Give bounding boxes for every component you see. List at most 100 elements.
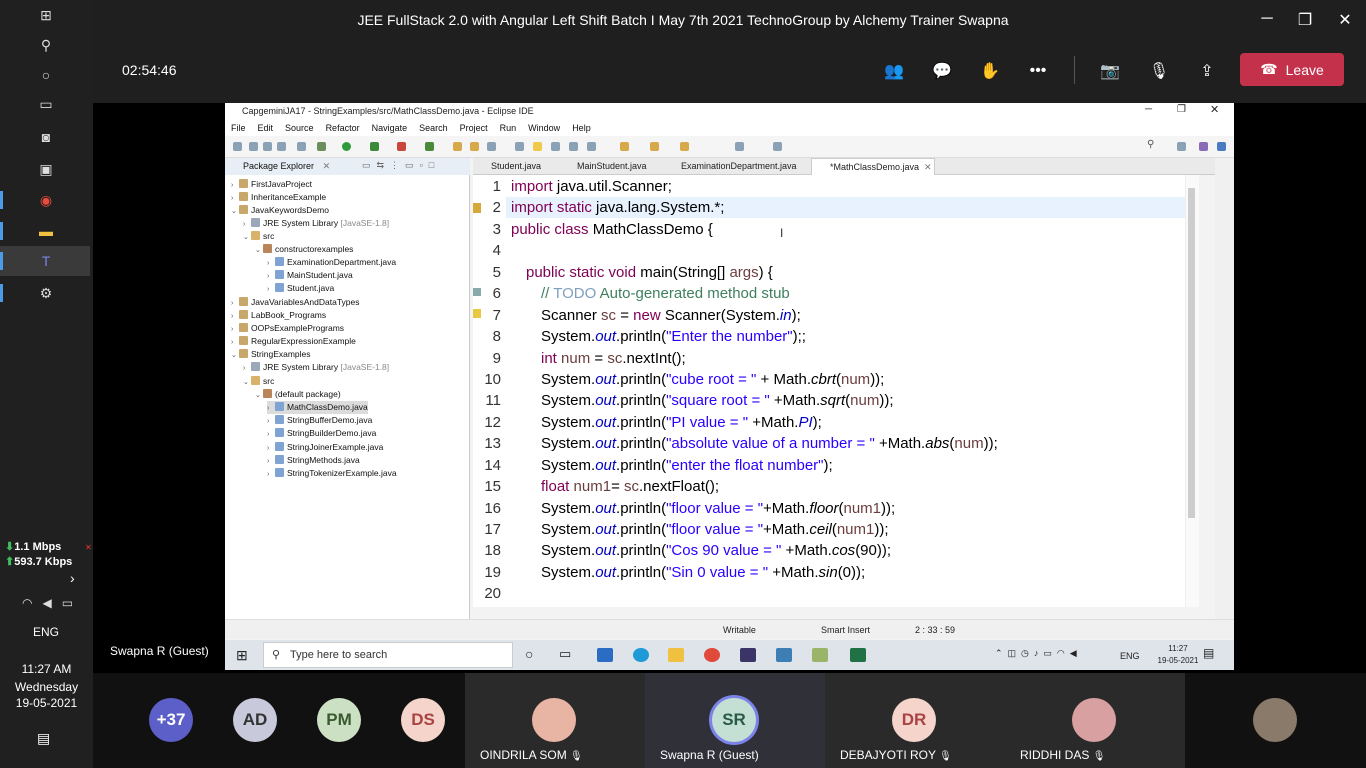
new-java-class-icon[interactable] [425, 142, 434, 151]
cortana-icon[interactable]: ○ [525, 646, 533, 662]
menu-run[interactable]: Run [500, 123, 517, 136]
tree-item-project[interactable]: › OOPsExamplePrograms [231, 322, 344, 335]
previous-annotation-icon[interactable] [587, 142, 596, 151]
next-annotation-icon[interactable] [569, 142, 578, 151]
file-explorer-icon[interactable]: ▬ [36, 222, 56, 240]
chat-icon[interactable]: 💬 [930, 60, 954, 82]
edge-app-icon[interactable] [633, 648, 649, 662]
app-icon[interactable] [812, 648, 828, 662]
tree-item-java-file[interactable]: › StringMethods.java [267, 454, 360, 467]
windows-start-icon[interactable]: ⊞ [36, 6, 56, 24]
new-icon[interactable] [233, 142, 242, 151]
tree-item-java-file[interactable]: › Student.java [267, 282, 334, 295]
search-icon[interactable]: ⚲ [1147, 139, 1154, 150]
taskbar-search-input[interactable]: ⚲ Type here to search [263, 642, 513, 668]
camera-app-icon[interactable]: ◙ [36, 128, 56, 146]
java-ee-perspective-icon[interactable] [1199, 142, 1208, 151]
code-editor[interactable]: 1 2 3 4 5 6 7 8 9 10 11 12 13 14 15 16 1… [473, 175, 1185, 607]
pin-editor-icon[interactable] [735, 142, 744, 151]
external-tools-icon[interactable] [397, 142, 406, 151]
restore-icon[interactable]: ❐ [1177, 104, 1186, 115]
tree-item-src[interactable]: ⌄ src [243, 375, 274, 388]
leave-button[interactable]: ☎ Leave [1240, 53, 1344, 86]
java-perspective-icon[interactable] [1217, 142, 1226, 151]
close-tab-icon[interactable]: ✕ [924, 162, 932, 172]
minimize-icon[interactable]: ─ [1257, 10, 1277, 28]
forward-icon[interactable] [680, 142, 689, 151]
tree-item-java-file[interactable]: › StringJoinerExample.java [267, 441, 383, 454]
share-screen-icon[interactable]: ⇪ [1195, 60, 1219, 82]
show-whitespace-icon[interactable] [551, 142, 560, 151]
search-icon[interactable] [487, 142, 496, 151]
chrome-app-icon[interactable]: ◉ [36, 191, 56, 209]
open-task-icon[interactable] [470, 142, 479, 151]
open-console-icon[interactable] [773, 142, 782, 151]
system-tray-icons[interactable]: ⌃◫◷♪▭◠◀ [995, 648, 1082, 659]
save-all-icon[interactable] [263, 142, 272, 151]
notification-icon[interactable]: ▤ [37, 730, 50, 747]
teams-app-icon[interactable]: T [36, 252, 56, 270]
menu-source[interactable]: Source [285, 123, 314, 136]
open-perspective-icon[interactable] [1177, 142, 1186, 151]
task-view-icon[interactable]: ▭ [559, 646, 571, 662]
package-explorer-tab[interactable]: Package Explorer ✕ ▭⇆⋮▭▫□ [225, 158, 470, 175]
tray-time[interactable]: 11:27 [1155, 644, 1201, 653]
menu-navigate[interactable]: Navigate [372, 123, 408, 136]
menu-file[interactable]: File [231, 123, 246, 136]
windows-start-icon[interactable]: ⊞ [236, 647, 248, 664]
tree-item-project[interactable]: › JavaVariablesAndDataTypes [231, 296, 360, 309]
tree-item-java-file[interactable]: › MainStudent.java [267, 269, 353, 282]
mic-off-icon[interactable]: 🎙 [1147, 60, 1171, 82]
tree-item-project[interactable]: › LabBook_Programs [231, 309, 326, 322]
settings-app-icon[interactable]: ⚙ [36, 284, 56, 302]
run-icon[interactable] [342, 142, 351, 151]
coverage-icon[interactable] [370, 142, 379, 151]
menu-refactor[interactable]: Refactor [326, 123, 360, 136]
open-type-icon[interactable] [453, 142, 462, 151]
more-participants-badge[interactable]: +37 [149, 698, 193, 742]
tree-item-project[interactable]: › RegularExpressionExample [231, 335, 356, 348]
tree-item-firstjavaproject[interactable]: › FirstJavaProject [231, 178, 312, 191]
excel-app-icon[interactable] [850, 648, 866, 662]
menu-edit[interactable]: Edit [258, 123, 274, 136]
more-options-icon[interactable]: ••• [1026, 60, 1050, 82]
tree-item-java-file[interactable]: › StringBuilderDemo.java [267, 427, 376, 440]
tree-item-stringexamples[interactable]: ⌄ StringExamples [231, 348, 311, 361]
tree-item-inheritanceexample[interactable]: › InheritanceExample [231, 191, 326, 204]
toggle-mark-occurrences-icon[interactable] [515, 142, 524, 151]
menu-search[interactable]: Search [419, 123, 448, 136]
tree-item-javakeywordsdemo[interactable]: ⌄ JavaKeywordsDemo [231, 204, 329, 217]
scrollbar-thumb[interactable] [1188, 188, 1195, 518]
photos-app-icon[interactable]: ▣ [36, 160, 56, 178]
skip-breakpoints-icon[interactable] [297, 142, 306, 151]
avatar-photo[interactable] [1253, 698, 1297, 742]
tray-language[interactable]: ENG [1120, 651, 1140, 661]
back-icon[interactable] [650, 142, 659, 151]
camera-off-icon[interactable]: 📷 [1098, 60, 1122, 82]
last-edit-icon[interactable] [620, 142, 629, 151]
search-icon[interactable]: ⚲ [36, 36, 56, 54]
eclipse-app-icon[interactable] [740, 648, 756, 662]
tree-item-java-file[interactable]: › ExaminationDepartment.java [267, 256, 396, 269]
avatar[interactable]: PM [317, 698, 361, 742]
participants-icon[interactable]: 👥 [882, 60, 906, 82]
file-explorer-icon[interactable] [668, 648, 684, 662]
tab-student[interactable]: Student.java [473, 158, 559, 175]
task-view-icon[interactable]: ▭ [36, 95, 56, 113]
avatar[interactable]: DS [401, 698, 445, 742]
language-indicator[interactable]: ENG [33, 625, 59, 639]
clock-time[interactable]: 11:27 AM [0, 662, 93, 676]
tray-icons[interactable]: ◠◀▭ [22, 596, 83, 610]
avatar[interactable]: AD [233, 698, 277, 742]
close-icon[interactable]: ✕ [85, 543, 92, 552]
tab-examinationdepartment[interactable]: ExaminationDepartment.java [663, 158, 811, 175]
tab-mathclassdemo[interactable]: *MathClassDemo.java ✕ [811, 158, 935, 175]
print-icon[interactable] [277, 142, 286, 151]
tree-item-default-package[interactable]: ⌄ (default package) [255, 388, 341, 401]
menu-help[interactable]: Help [572, 123, 591, 136]
tree-item-java-file-selected[interactable]: › MathClassDemo.java [267, 401, 368, 414]
cortana-icon[interactable]: ○ [36, 66, 56, 84]
save-icon[interactable] [249, 142, 258, 151]
app-icon[interactable] [776, 648, 792, 662]
close-icon[interactable]: ✕ [1210, 103, 1219, 116]
